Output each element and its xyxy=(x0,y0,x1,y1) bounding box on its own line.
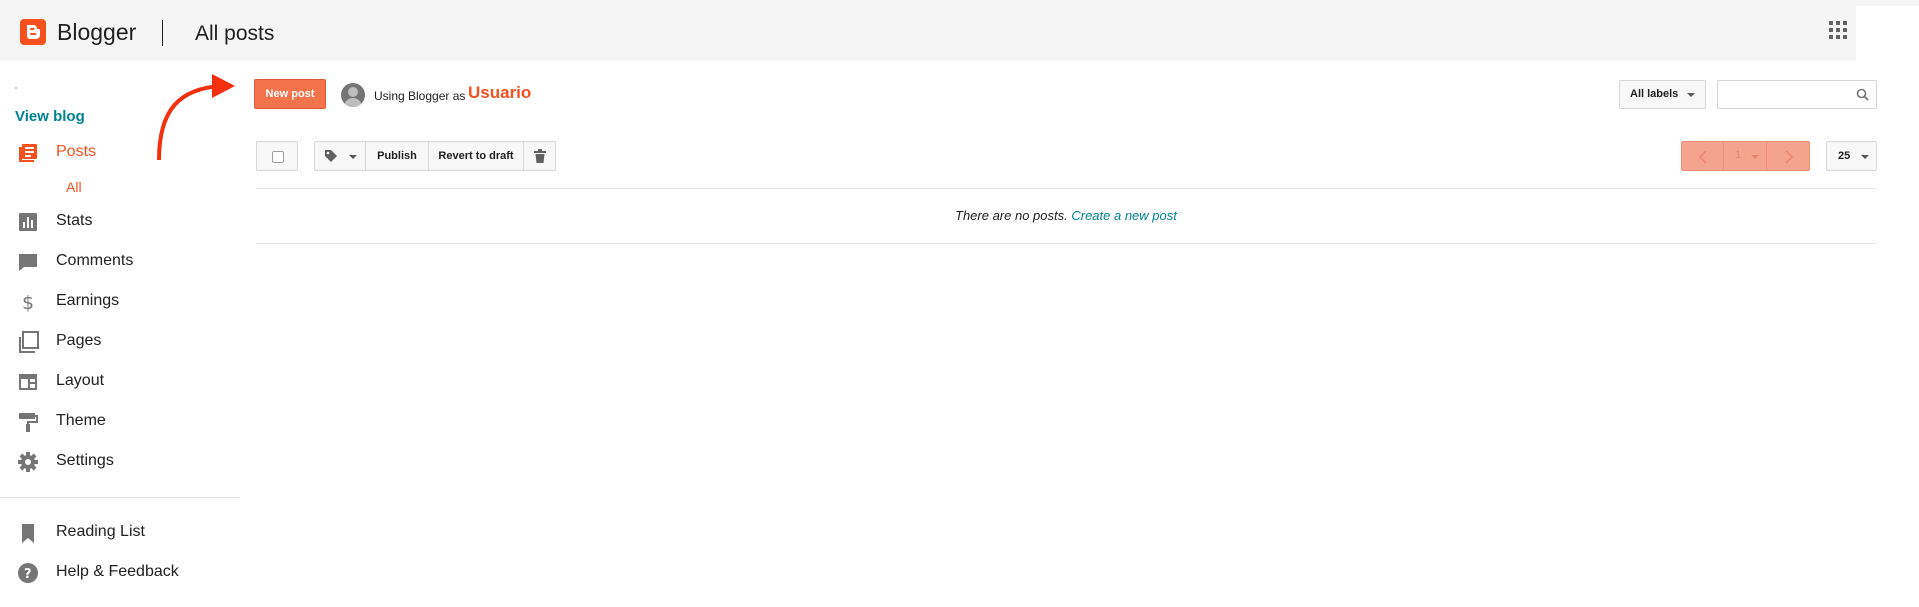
current-page-number: 1 xyxy=(1735,149,1742,161)
avatar-body-shape xyxy=(344,98,362,107)
avatar-head-shape xyxy=(348,87,358,97)
next-page-button[interactable] xyxy=(1766,141,1810,171)
empty-state-text: There are no posts. xyxy=(955,208,1068,223)
sidebar-item-label: Stats xyxy=(56,212,93,229)
using-blogger-as-text: Using Blogger as xyxy=(374,89,466,103)
help-icon: ? xyxy=(17,562,39,584)
sidebar-item-reading-list[interactable]: Reading List xyxy=(0,518,240,548)
list-bottom-divider xyxy=(256,243,1877,244)
sidebar-item-label: Reading List xyxy=(56,523,145,540)
sidebar-subitem-all[interactable]: All xyxy=(66,179,82,195)
create-new-post-link[interactable]: Create a new post xyxy=(1071,208,1177,223)
bookmark-icon xyxy=(17,522,39,544)
sidebar-item-earnings[interactable]: $ Earnings xyxy=(0,287,240,317)
account-avatar[interactable] xyxy=(1856,6,1919,61)
view-blog-link[interactable]: View blog xyxy=(15,108,85,125)
sidebar-item-label: Settings xyxy=(56,452,114,469)
sidebar-item-stats[interactable]: Stats xyxy=(0,207,240,237)
empty-state-message: There are no posts. Create a new post xyxy=(955,208,1177,223)
sidebar-item-label: Help & Feedback xyxy=(56,563,179,580)
select-all-checkbox-button[interactable] xyxy=(256,141,298,171)
chevron-left-icon xyxy=(1698,150,1707,164)
sidebar-item-label: Comments xyxy=(56,252,134,269)
gear-icon xyxy=(17,451,39,473)
blogger-logo-icon[interactable] xyxy=(20,19,46,45)
search-input[interactable] xyxy=(1717,80,1877,109)
all-labels-dropdown[interactable]: All labels xyxy=(1619,80,1706,109)
tag-icon xyxy=(325,150,337,162)
sidebar-divider xyxy=(0,497,240,498)
dollar-icon: $ xyxy=(17,291,39,314)
chevron-right-icon xyxy=(1785,150,1794,164)
chevron-down-icon xyxy=(1861,155,1869,159)
checkbox[interactable] xyxy=(272,151,284,163)
previous-page-button[interactable] xyxy=(1681,141,1724,171)
label-menu-button[interactable] xyxy=(314,141,366,171)
paint-roller-icon xyxy=(17,411,39,433)
user-avatar xyxy=(341,83,365,107)
chevron-down-icon xyxy=(1751,155,1759,159)
chevron-down-icon xyxy=(1687,93,1695,97)
sidebar-item-theme[interactable]: Theme xyxy=(0,407,240,437)
publish-button[interactable]: Publish xyxy=(365,141,429,171)
sidebar-item-settings[interactable]: Settings xyxy=(0,447,240,477)
trash-icon xyxy=(534,149,546,163)
annotation-arrow-icon xyxy=(157,74,235,161)
svg-text:?: ? xyxy=(24,567,32,582)
page-title: All posts xyxy=(195,22,275,45)
list-top-divider xyxy=(256,188,1877,189)
blog-title-placeholder xyxy=(15,87,17,89)
layout-icon xyxy=(17,371,39,393)
svg-text:$: $ xyxy=(22,292,34,313)
header-divider xyxy=(162,20,163,46)
delete-button[interactable] xyxy=(523,141,556,171)
posts-icon xyxy=(17,142,39,164)
sidebar-item-label: Layout xyxy=(56,372,105,389)
all-labels-label: All labels xyxy=(1630,88,1679,100)
chevron-down-icon xyxy=(349,155,357,159)
sidebar-item-label: Posts xyxy=(56,143,97,160)
per-page-value: 25 xyxy=(1838,150,1851,162)
stats-icon xyxy=(17,211,39,233)
revert-to-draft-button[interactable]: Revert to draft xyxy=(428,141,524,171)
posts-per-page-dropdown[interactable]: 25 xyxy=(1826,141,1877,171)
apps-grid-icon[interactable] xyxy=(1828,20,1848,40)
pages-icon xyxy=(17,331,39,353)
top-bar: Blogger All posts xyxy=(0,0,1919,61)
username: Usuario xyxy=(468,83,532,102)
sidebar-item-label: Pages xyxy=(56,332,102,349)
page-select-dropdown[interactable]: 1 xyxy=(1723,141,1767,171)
sidebar-item-label: Theme xyxy=(56,412,106,429)
new-post-button[interactable]: New post xyxy=(254,79,326,109)
app-name[interactable]: Blogger xyxy=(57,19,136,46)
sidebar-item-pages[interactable]: Pages xyxy=(0,327,240,357)
sidebar-item-comments[interactable]: Comments xyxy=(0,247,240,277)
search-icon[interactable] xyxy=(1856,88,1869,101)
sidebar-item-help-feedback[interactable]: ? Help & Feedback xyxy=(0,558,240,588)
sidebar-item-label: Earnings xyxy=(56,292,120,309)
sidebar-item-layout[interactable]: Layout xyxy=(0,367,240,397)
comments-icon xyxy=(17,251,39,273)
